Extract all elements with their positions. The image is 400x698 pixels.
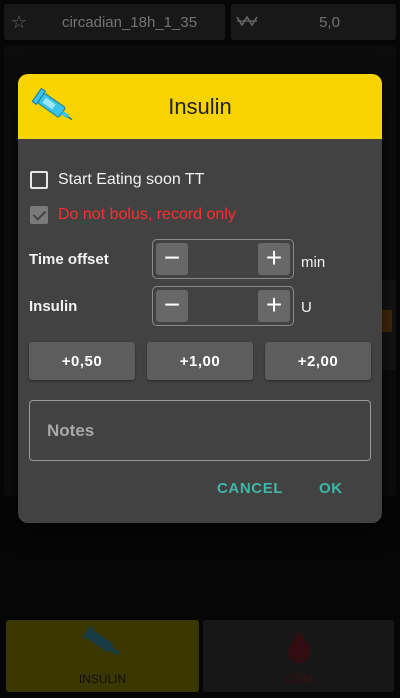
record-only-label: Do not bolus, record only xyxy=(58,206,236,223)
dialog-header: Insulin xyxy=(18,74,382,139)
time-offset-label: Time offset xyxy=(29,251,109,268)
dialog-title: Insulin xyxy=(168,94,232,119)
notes-field[interactable]: Notes xyxy=(29,400,371,461)
record-only-checkbox-row[interactable]: Do not bolus, record only xyxy=(30,203,236,227)
insulin-decrement-button[interactable]: − xyxy=(156,290,188,322)
time-offset-increment-button[interactable]: + xyxy=(258,243,290,275)
insulin-dialog: Insulin Start Eating soon TT Do not bolu… xyxy=(18,74,382,523)
add-0-50-button[interactable]: +0,50 xyxy=(29,342,135,380)
add-1-00-button[interactable]: +1,00 xyxy=(147,342,253,380)
notes-placeholder: Notes xyxy=(47,421,95,440)
cancel-button[interactable]: CANCEL xyxy=(217,480,283,497)
insulin-amount-stepper[interactable]: − + xyxy=(152,286,294,326)
time-offset-unit: min xyxy=(301,254,326,271)
start-eating-soon-checkbox[interactable] xyxy=(30,171,48,189)
insulin-unit: U xyxy=(301,299,312,316)
add-2-00-button[interactable]: +2,00 xyxy=(265,342,371,380)
start-eating-soon-label: Start Eating soon TT xyxy=(58,171,205,188)
start-eating-soon-checkbox-row[interactable]: Start Eating soon TT xyxy=(30,168,204,192)
time-offset-decrement-button[interactable]: − xyxy=(156,243,188,275)
record-only-checkbox[interactable] xyxy=(30,206,48,224)
time-offset-stepper[interactable]: − + xyxy=(152,239,294,279)
ok-button[interactable]: OK xyxy=(319,480,343,497)
insulin-increment-button[interactable]: + xyxy=(258,290,290,322)
insulin-amount-label: Insulin xyxy=(29,298,78,315)
